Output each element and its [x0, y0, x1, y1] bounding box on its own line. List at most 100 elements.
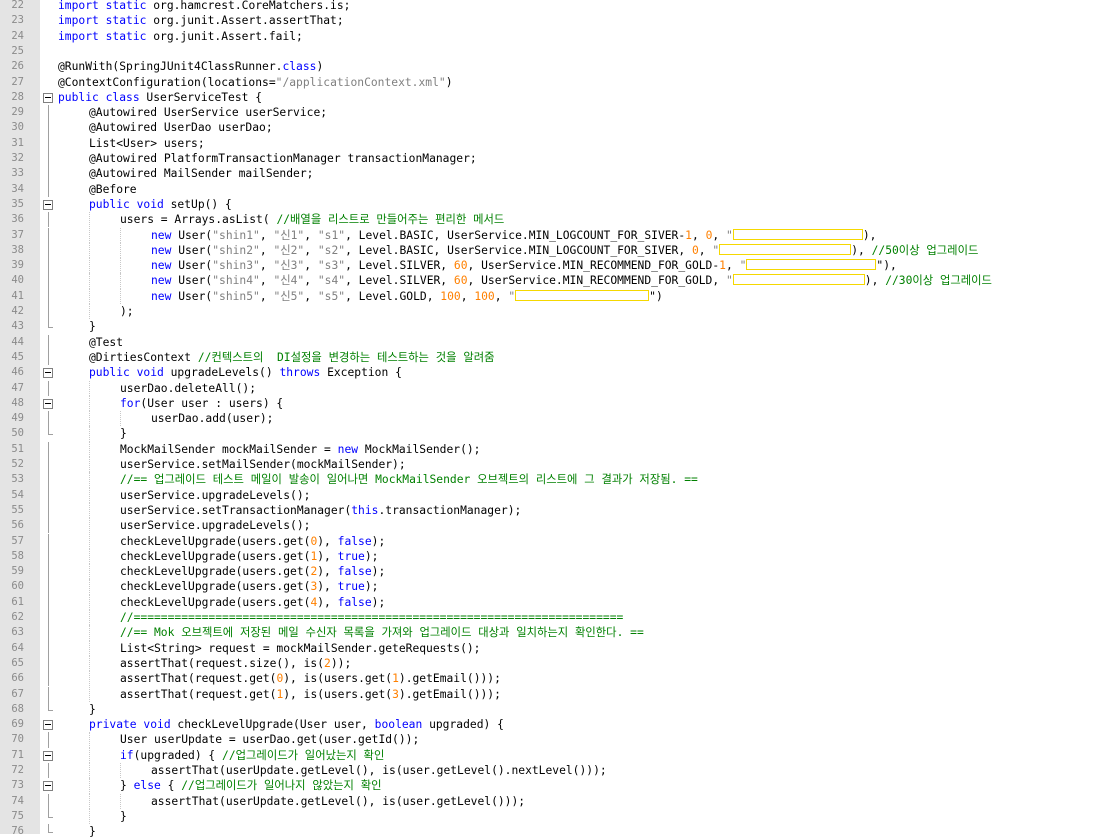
line-number: 53 — [11, 473, 24, 486]
code-line[interactable]: 50} — [0, 426, 1112, 442]
code-line[interactable]: 24 import static org.junit.Assert.fail; — [0, 29, 1112, 44]
code-text: } — [89, 824, 96, 839]
fold-toggle-icon[interactable] — [42, 396, 54, 411]
code-line[interactable]: 28 public class UserServiceTest { — [0, 90, 1112, 105]
code-line[interactable]: 43} — [0, 319, 1112, 334]
code-line[interactable]: 60 checkLevelUpgrade(users.get(3), true); — [0, 579, 1112, 595]
code-token: new — [151, 259, 172, 273]
code-line[interactable]: 68} — [0, 701, 1112, 717]
code-token: checkLevelUpgrade(users.get( — [120, 534, 311, 548]
code-line[interactable]: 33 @Autowired MailSender mailSender; — [0, 166, 1112, 182]
code-token: ), — [317, 580, 338, 594]
indent-guide — [120, 242, 121, 259]
code-token: "), — [876, 259, 897, 273]
fold-toggle-icon[interactable] — [42, 778, 54, 793]
indent-guide — [89, 564, 90, 580]
code-line[interactable]: 61 checkLevelUpgrade(users.get(4), false)… — [0, 594, 1112, 611]
code-line[interactable]: 57 checkLevelUpgrade(users.get(0), false)… — [0, 533, 1112, 550]
code-line[interactable]: 38 new User("shin2", "신2", "s2", Level.BA… — [0, 242, 1112, 259]
fold-toggle-icon[interactable] — [42, 197, 54, 212]
code-line[interactable]: 73} else { //업그레이드가 일어나지 않았는지 확인 — [0, 778, 1112, 794]
code-line[interactable]: 52 userService.setMailSender(mockMailSend… — [0, 457, 1112, 473]
code-text: checkLevelUpgrade(users.get(3), true); — [120, 579, 378, 594]
code-line[interactable]: 69 private void checkLevelUpgrade(User us… — [0, 717, 1112, 732]
code-line[interactable]: 58 checkLevelUpgrade(users.get(1), true); — [0, 548, 1112, 565]
code-line[interactable]: 49 userDao.add(user); — [0, 411, 1112, 427]
code-line[interactable]: 40 new User("shin4", "신4", "s4", Level.SI… — [0, 273, 1112, 289]
indent-guide — [89, 625, 90, 641]
code-line[interactable]: 67 assertThat(request.get(1), is(users.ge… — [0, 686, 1112, 703]
code-line[interactable]: 35 public void setUp() { — [0, 197, 1112, 212]
fold-guide — [42, 594, 54, 611]
line-number: 74 — [11, 794, 24, 807]
code-line[interactable]: 29 @Autowired UserService userService; — [0, 105, 1112, 121]
code-line[interactable]: 37 new User("shin1", "신1", "s1", Level.BA… — [0, 227, 1112, 244]
code-line[interactable]: 71 if(upgraded) { //업그레이드가 일어났는지 확인 — [0, 747, 1112, 763]
code-token: "신3" — [273, 259, 305, 273]
code-token: , — [691, 228, 706, 242]
code-line[interactable]: 75} — [0, 808, 1112, 825]
code-line[interactable]: 47 userDao.deleteAll(); — [0, 380, 1112, 397]
fold-toggle-icon[interactable] — [42, 90, 54, 105]
code-line[interactable]: 30 @Autowired UserDao userDao; — [0, 120, 1112, 136]
line-number: 40 — [11, 274, 24, 287]
line-number: 56 — [11, 519, 24, 532]
code-line[interactable]: 46 public void upgradeLevels() throws Exc… — [0, 365, 1112, 380]
fold-toggle-icon[interactable] — [42, 748, 54, 763]
line-number: 35 — [11, 197, 24, 210]
indent-guide — [89, 686, 90, 702]
code-token: new — [151, 289, 172, 303]
fold-guide — [42, 824, 54, 839]
code-token: 1 — [392, 672, 399, 686]
code-line[interactable]: 48 for(User user : users) { — [0, 395, 1112, 412]
code-token: User( — [171, 259, 213, 273]
code-line[interactable]: 31 List<User> users; — [0, 135, 1112, 152]
line-number: 69 — [11, 718, 24, 731]
code-token: "신5" — [273, 289, 305, 303]
code-line[interactable]: 41 new User("shin5", "신5", "s5", Level.GO… — [0, 288, 1112, 305]
indent-guide — [89, 212, 90, 228]
code-line[interactable]: 22 import static org.hamcrest.CoreMatcher… — [0, 0, 1112, 13]
code-line[interactable]: 76} — [0, 824, 1112, 839]
code-line[interactable]: 63 //== Mok 오브젝트에 저장된 메일 수신자 목록을 가져와 업그레이… — [0, 625, 1112, 641]
fold-guide — [42, 625, 54, 641]
code-line[interactable]: 56 userService.upgradeLevels(); — [0, 518, 1112, 534]
code-token: import static — [58, 29, 147, 43]
line-number: 43 — [11, 320, 24, 333]
code-token: " — [739, 259, 747, 273]
code-line[interactable]: 72 assertThat(userUpdate.getLevel(), is(u… — [0, 763, 1112, 779]
code-line[interactable]: 44 @Test — [0, 334, 1112, 351]
code-line[interactable]: 36 users = Arrays.asList( //배열을 리스트로 만들어주… — [0, 212, 1112, 228]
code-line[interactable]: 70 User userUpdate = userDao.get(user.get… — [0, 732, 1112, 748]
fold-toggle-icon[interactable] — [42, 717, 54, 732]
code-line[interactable]: 62 //====================================… — [0, 610, 1112, 626]
code-token: MockMailSender mockMailSender = — [120, 442, 338, 456]
code-line[interactable]: 53 //== 업그레이드 테스트 메일이 발송이 일어나면 MockMailSe… — [0, 472, 1112, 488]
code-line[interactable]: 59 checkLevelUpgrade(users.get(2), false)… — [0, 564, 1112, 580]
code-line[interactable]: 32 @Autowired PlatformTransactionManager … — [0, 151, 1112, 167]
code-line[interactable]: 45 @DirtiesContext //컨텍스트의 DI설정을 변경하는 테스트… — [0, 349, 1112, 366]
code-text: checkLevelUpgrade(users.get(2), false); — [120, 564, 385, 579]
code-line[interactable]: 65 assertThat(request.size(), is(2)); — [0, 655, 1112, 672]
code-line[interactable]: 39 new User("shin3", "신3", "s3", Level.SI… — [0, 258, 1112, 274]
fold-guide — [42, 548, 54, 565]
code-line[interactable]: 25 — [0, 44, 1112, 59]
line-number: 58 — [11, 549, 24, 562]
code-line[interactable]: 54 userService.upgradeLevels(); — [0, 487, 1112, 504]
code-line[interactable]: 51 MockMailSender mockMailSender = new Mo… — [0, 441, 1112, 458]
code-line[interactable]: 64 List<String> request = mockMailSender.… — [0, 640, 1112, 657]
code-token: //컨텍스트의 DI설정을 변경하는 테스트하는 것을 알려줌 — [197, 350, 495, 364]
code-text: @Test — [89, 335, 123, 350]
code-line[interactable]: 66 assertThat(request.get(0), is(users.ge… — [0, 671, 1112, 687]
code-line[interactable]: 26 @RunWith(SpringJUnit4ClassRunner.class… — [0, 59, 1112, 74]
code-line[interactable]: 55 userService.setTransactionManager(this… — [0, 502, 1112, 519]
code-token: "s1" — [317, 228, 346, 242]
code-line[interactable]: 34 @Before — [0, 181, 1112, 198]
code-line[interactable]: 23 import static org.junit.Assert.assertT… — [0, 13, 1112, 28]
code-line[interactable]: 42); — [0, 304, 1112, 320]
fold-toggle-icon[interactable] — [42, 365, 54, 380]
code-token: private void — [89, 718, 171, 732]
code-line[interactable]: 74 assertThat(userUpdate.getLevel(), is(u… — [0, 793, 1112, 810]
code-line[interactable]: 27 @ContextConfiguration(locations="/appl… — [0, 75, 1112, 90]
line-number: 24 — [11, 29, 24, 42]
